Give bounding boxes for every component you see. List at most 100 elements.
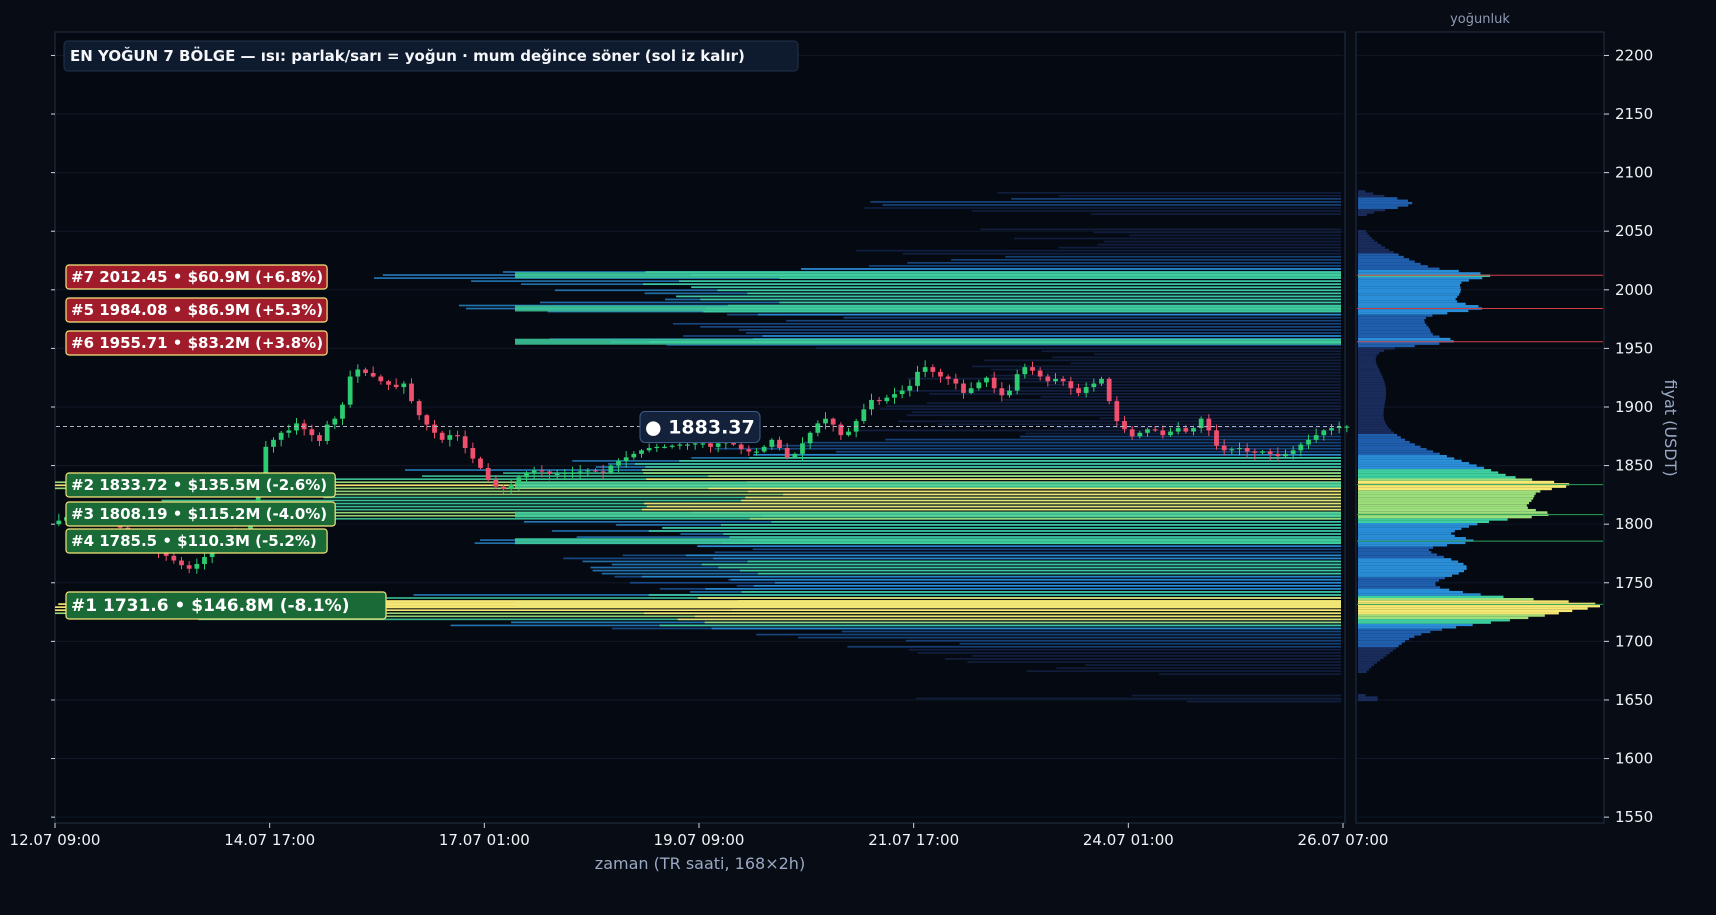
candle-body (991, 377, 997, 389)
profile-bar (1358, 302, 1466, 306)
profile-bar (1358, 480, 1555, 484)
profile-bar (1358, 452, 1440, 456)
heat-band (907, 262, 1341, 264)
profile-bar (1358, 520, 1490, 524)
candle-body (1083, 387, 1089, 393)
profile-bar (1358, 405, 1385, 409)
zone-label-text: #2 1833.72 • $135.5M (-2.6%) (71, 476, 327, 494)
x-tick-label: 19.07 09:00 (654, 831, 745, 849)
y-tick-label: 1900 (1615, 398, 1653, 416)
candle-body (1068, 381, 1074, 389)
profile-bar (1358, 201, 1413, 205)
profile-bar (1358, 262, 1421, 266)
candle-body (892, 394, 897, 398)
candle-body (639, 450, 644, 454)
x-tick-label: 17.07 01:00 (439, 831, 530, 849)
candle-body (700, 443, 706, 445)
heat-band (1020, 435, 1341, 438)
heat-band-bright (634, 463, 1341, 465)
candle-body (508, 484, 514, 490)
candle-body (1275, 453, 1281, 457)
profile-bar (1358, 431, 1394, 434)
zone-label-text: #3 1808.19 • $115.2M (-4.0%) (71, 505, 327, 523)
y-tick-label: 2150 (1615, 105, 1653, 123)
candle-body (1030, 367, 1035, 371)
profile-bar (1358, 478, 1533, 481)
heat-band (1044, 371, 1341, 374)
profile-bar (1358, 234, 1370, 238)
heat-band (786, 319, 1341, 322)
profile-bar (1358, 370, 1381, 374)
profile-bar (1358, 429, 1392, 432)
profile-bar (1358, 494, 1535, 498)
heat-band-bright (662, 527, 1341, 529)
y-tick-label: 1750 (1615, 574, 1653, 592)
heat-band-bright (646, 505, 1341, 508)
heat-band (917, 652, 1341, 654)
profile-bar (1358, 525, 1469, 528)
zone-label-2: #2 1833.72 • $135.5M (-2.6%) (65, 472, 336, 498)
profile-bar (1358, 487, 1552, 491)
profile-bar (1358, 546, 1434, 549)
candle-body (800, 443, 805, 454)
candle-body (1053, 378, 1058, 382)
profile-bar (1358, 424, 1388, 427)
heat-band (980, 228, 1341, 231)
heat-band (1090, 213, 1341, 215)
candle-body (271, 439, 276, 447)
heat-band-bright (749, 457, 1341, 459)
profile-bar (1358, 656, 1384, 659)
profile-bar (1358, 417, 1385, 420)
heat-band (1159, 673, 1341, 676)
heat-band-bright (697, 545, 1341, 548)
profile-bar (1358, 464, 1477, 467)
candle-body (815, 423, 821, 433)
candle-body (1099, 378, 1104, 384)
candle-body (677, 444, 683, 446)
profile-bar (1358, 288, 1461, 291)
candle-body (907, 385, 913, 391)
profile-bar (1358, 326, 1429, 329)
profile-bar (1358, 239, 1375, 242)
profile-bar (1358, 377, 1384, 381)
profile-bar (1358, 276, 1483, 280)
heat-band (1058, 246, 1341, 249)
zone-band (515, 272, 1341, 279)
candle-body (754, 451, 759, 453)
candle-body (692, 443, 698, 445)
candle-body (1076, 388, 1081, 393)
candle-body (922, 367, 928, 372)
heat-band (816, 347, 1341, 350)
profile-bar (1358, 626, 1457, 629)
profile-bar (1358, 665, 1372, 669)
heat-band (926, 402, 1341, 404)
side-profile-panel: yoğunluk (1355, 12, 1605, 824)
heat-band (893, 389, 1341, 392)
candle-body (1214, 430, 1219, 446)
side-plot-background (1355, 31, 1605, 824)
candle-body (1290, 450, 1296, 454)
profile-bar (1358, 473, 1506, 477)
profile-bar (1358, 403, 1385, 406)
heat-band-bright (757, 572, 1341, 575)
profile-bar (1358, 485, 1567, 488)
heat-band-bright (701, 563, 1341, 566)
candle-body (646, 448, 652, 451)
profile-bar (1358, 337, 1451, 341)
profile-bar (1358, 530, 1455, 533)
heat-band-bright (747, 292, 1341, 295)
candle-body (1244, 448, 1250, 452)
candle-body (554, 473, 560, 475)
profile-bar (1358, 644, 1399, 648)
zone-label-text: #5 1984.08 • $86.9M (+5.3%) (71, 301, 323, 319)
side-panel-title: yoğunluk (1450, 12, 1510, 27)
candle-body (899, 390, 905, 395)
profile-bar (1358, 696, 1378, 699)
profile-bar (1358, 426, 1389, 430)
candle-body (623, 457, 629, 461)
profile-bar (1358, 581, 1436, 584)
heat-band-bright (705, 588, 1341, 590)
profile-bar (1358, 314, 1433, 317)
heat-band (1129, 234, 1341, 237)
heat-band (990, 368, 1341, 371)
